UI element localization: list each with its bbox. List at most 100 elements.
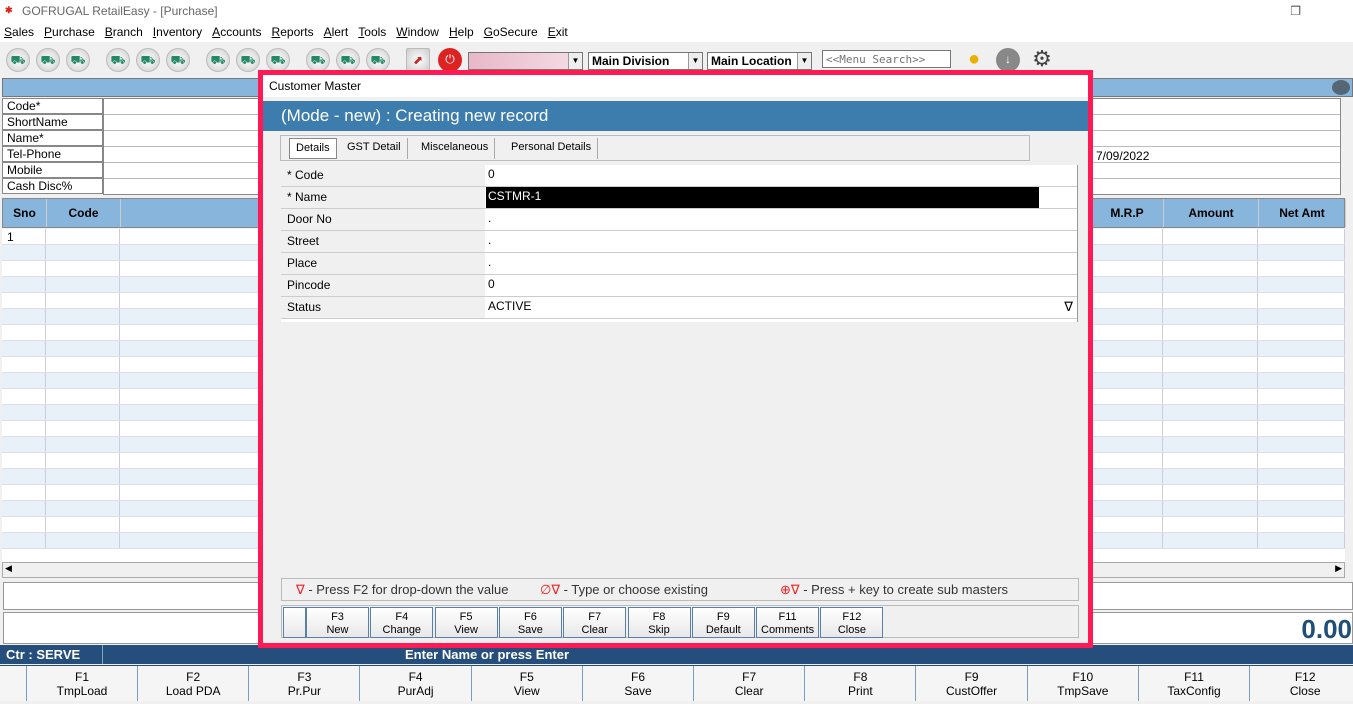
- grid-cell[interactable]: [46, 293, 120, 308]
- grid-cell[interactable]: [46, 469, 120, 484]
- dialog-button-comments[interactable]: F11 Comments: [756, 607, 820, 638]
- grid-cell[interactable]: [1090, 405, 1163, 420]
- grid-cell[interactable]: [1163, 293, 1258, 308]
- toolbar-cart-icon-3[interactable]: ⛟: [106, 48, 130, 72]
- field-input-street[interactable]: .: [486, 231, 1076, 252]
- toolbar-cart-icon-2[interactable]: ⛟: [66, 48, 90, 72]
- toolbar-cart-icon-7[interactable]: ⛟: [236, 48, 260, 72]
- grid-cell[interactable]: [2, 469, 46, 484]
- grid-cell[interactable]: [2, 325, 46, 340]
- grid-cell[interactable]: [1090, 501, 1163, 516]
- column-header-code[interactable]: Code: [47, 199, 121, 227]
- column-header-amount[interactable]: Amount: [1164, 199, 1259, 227]
- fkey-f11[interactable]: F11 TaxConfig: [1139, 666, 1250, 701]
- grid-cell[interactable]: [1090, 277, 1163, 292]
- toolbar-cart-icon-5[interactable]: ⛟: [166, 48, 190, 72]
- grid-cell[interactable]: [46, 341, 120, 356]
- column-header-sno[interactable]: Sno: [3, 199, 47, 227]
- menu-reports[interactable]: Reports: [268, 22, 320, 42]
- tab-gst-detail[interactable]: GST Detail: [341, 138, 408, 159]
- grid-cell[interactable]: [2, 389, 46, 404]
- column-header-netamt[interactable]: Net Amt: [1259, 199, 1346, 227]
- fkey-f7[interactable]: F7 Clear: [694, 666, 806, 701]
- grid-cell[interactable]: [1258, 261, 1345, 276]
- toolbar-cart-icon-9[interactable]: ⛟: [306, 48, 330, 72]
- grid-cell[interactable]: [46, 277, 120, 292]
- fkey-f3[interactable]: F3 Pr.Pur: [249, 666, 361, 701]
- grid-cell[interactable]: [1090, 325, 1163, 340]
- grid-cell[interactable]: [46, 421, 120, 436]
- division-select[interactable]: Main Division ▼: [588, 52, 703, 70]
- grid-cell[interactable]: [1258, 389, 1345, 404]
- grid-cell[interactable]: [1258, 453, 1345, 468]
- menu-inventory[interactable]: Inventory: [149, 22, 208, 42]
- grid-cell[interactable]: [1163, 325, 1258, 340]
- grid-cell[interactable]: [2, 453, 46, 468]
- grid-cell[interactable]: [1163, 421, 1258, 436]
- menu-tools[interactable]: Tools: [354, 22, 392, 42]
- grid-cell[interactable]: [2, 517, 46, 532]
- grid-cell[interactable]: [46, 533, 120, 548]
- grid-cell[interactable]: [46, 309, 120, 324]
- grid-cell[interactable]: [1163, 229, 1258, 244]
- grid-cell[interactable]: [1163, 261, 1258, 276]
- grid-cell[interactable]: [1163, 309, 1258, 324]
- grid-cell[interactable]: [1163, 373, 1258, 388]
- grid-cell[interactable]: [2, 485, 46, 500]
- grid-cell[interactable]: [1258, 517, 1345, 532]
- restore-icon[interactable]: ❐: [1290, 4, 1301, 18]
- fkey-f1[interactable]: F1 TmpLoad: [27, 666, 138, 701]
- grid-cell[interactable]: [1163, 533, 1258, 548]
- grid-cell[interactable]: [1163, 341, 1258, 356]
- field-input-place[interactable]: .: [486, 253, 1076, 274]
- grid-cell[interactable]: [1090, 437, 1163, 452]
- menu-search-input[interactable]: [822, 50, 951, 68]
- grid-cell[interactable]: [1258, 405, 1345, 420]
- grid-cell[interactable]: [2, 437, 46, 452]
- grid-cell[interactable]: [46, 373, 120, 388]
- grid-cell[interactable]: [2, 405, 46, 420]
- dialog-button-view[interactable]: F5 View: [434, 607, 498, 638]
- grid-cell[interactable]: [1258, 437, 1345, 452]
- grid-cell[interactable]: [2, 293, 46, 308]
- grid-cell[interactable]: [1163, 501, 1258, 516]
- grid-cell[interactable]: [46, 517, 120, 532]
- grid-cell[interactable]: [1090, 309, 1163, 324]
- menu-purchase[interactable]: Purchase: [40, 22, 101, 42]
- fkey-f5[interactable]: F5 View: [472, 666, 583, 701]
- toolbar-cart-icon-6[interactable]: ⛟: [206, 48, 230, 72]
- grid-cell[interactable]: [1258, 485, 1345, 500]
- grid-cell[interactable]: [1258, 325, 1345, 340]
- grid-cell[interactable]: [1163, 469, 1258, 484]
- grid-cell[interactable]: [46, 229, 120, 244]
- grid-cell[interactable]: [2, 277, 46, 292]
- grid-cell[interactable]: [2, 533, 46, 548]
- dialog-button-default[interactable]: F9 Default: [691, 607, 755, 638]
- field-input-status[interactable]: ACTIVE: [486, 297, 1076, 318]
- grid-cell[interactable]: [46, 453, 120, 468]
- grid-cell[interactable]: [1258, 341, 1345, 356]
- power-icon[interactable]: ⏻: [438, 48, 462, 72]
- grid-cell[interactable]: [46, 325, 120, 340]
- menu-accounts[interactable]: Accounts: [208, 22, 267, 42]
- grid-cell[interactable]: [1090, 373, 1163, 388]
- grid-cell[interactable]: [1090, 533, 1163, 548]
- grid-cell[interactable]: [1163, 277, 1258, 292]
- grid-cell[interactable]: [2, 421, 46, 436]
- grid-cell[interactable]: [1090, 389, 1163, 404]
- fkey-f10[interactable]: F10 TmpSave: [1028, 666, 1139, 701]
- user-combo[interactable]: ▼: [468, 52, 583, 70]
- grid-cell[interactable]: [2, 501, 46, 516]
- grid-cell[interactable]: [1258, 309, 1345, 324]
- grid-cell[interactable]: [1090, 229, 1163, 244]
- grid-cell[interactable]: [2, 341, 46, 356]
- field-input-doorno[interactable]: .: [486, 209, 1076, 230]
- grid-cell[interactable]: [46, 405, 120, 420]
- fkey-f2[interactable]: F2 Load PDA: [138, 666, 250, 701]
- scroll-left-icon[interactable]: ◀: [5, 563, 12, 574]
- grid-cell[interactable]: [1258, 421, 1345, 436]
- dialog-button-close[interactable]: F12 Close: [820, 607, 884, 638]
- grid-cell[interactable]: [1163, 389, 1258, 404]
- dialog-button-new[interactable]: F3 New: [306, 607, 369, 638]
- dialog-button-clear[interactable]: F7 Clear: [563, 607, 627, 638]
